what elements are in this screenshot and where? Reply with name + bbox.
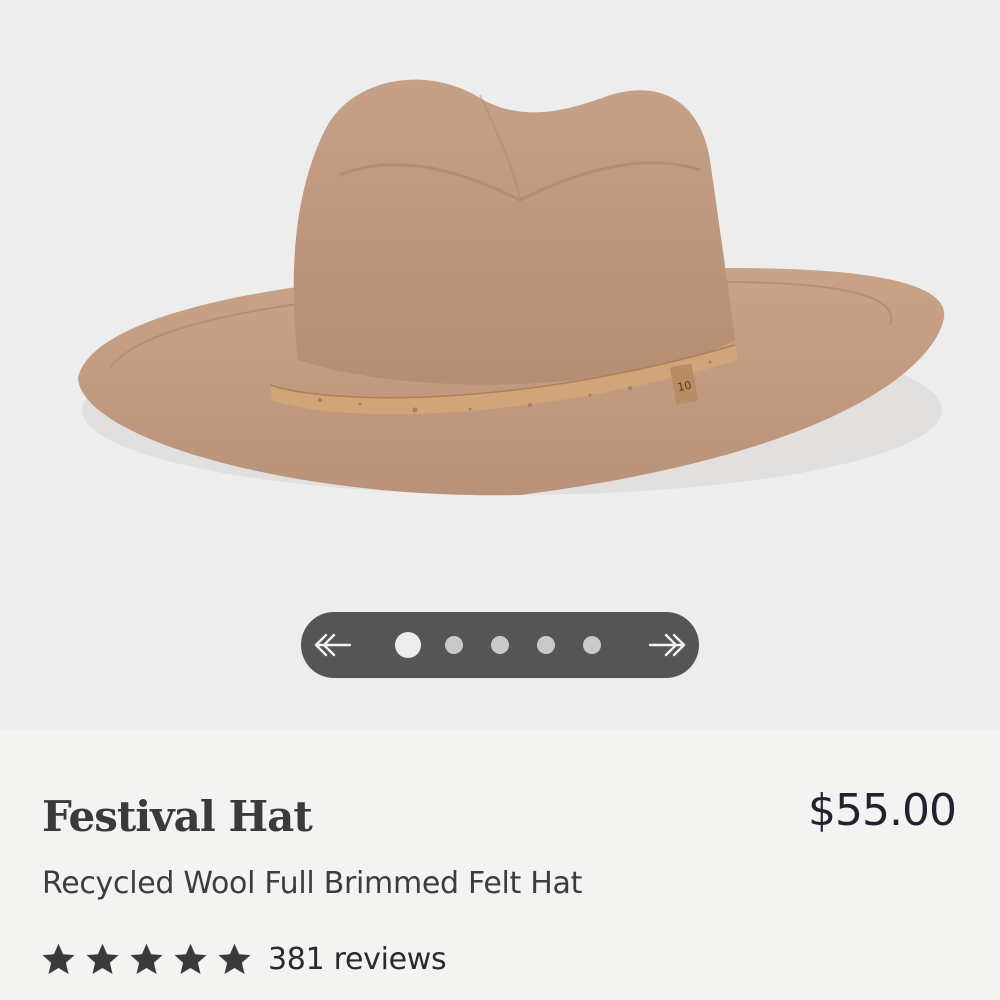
reviews-link[interactable]: 381 reviews (268, 942, 447, 977)
arrow-left-icon[interactable] (309, 622, 355, 668)
star-icon (130, 943, 163, 974)
star-icon (86, 943, 119, 974)
product-subtitle: Recycled Wool Full Brimmed Felt Hat (42, 866, 583, 901)
rating: 381 reviews (40, 936, 447, 982)
svg-text:10: 10 (676, 379, 692, 394)
arrow-right-icon[interactable] (645, 622, 691, 668)
product-title: Festival Hat (42, 792, 313, 841)
star-rating (40, 941, 260, 978)
carousel-nav (301, 612, 699, 678)
product-price: $55.00 (808, 785, 957, 836)
product-image[interactable]: 10 (0, 0, 1000, 600)
carousel-dot-3[interactable] (491, 636, 509, 654)
star-icon (174, 943, 207, 974)
carousel-dot-4[interactable] (537, 636, 555, 654)
star-icon (42, 943, 75, 974)
carousel-dot-1[interactable] (395, 632, 421, 658)
carousel-dot-5[interactable] (583, 636, 601, 654)
star-icon (218, 943, 251, 974)
product-gallery: 10 (0, 0, 1000, 730)
carousel-dot-2[interactable] (445, 636, 463, 654)
